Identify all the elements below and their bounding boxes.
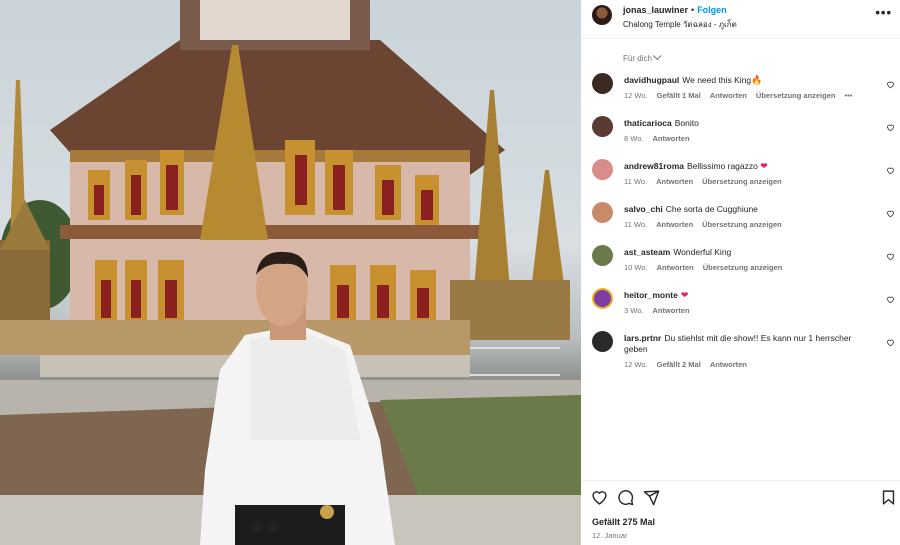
post-date[interactable]: 12. Januar xyxy=(592,531,627,540)
send-icon[interactable] xyxy=(643,489,660,506)
post-actions: Gefällt 275 Mal 12. Januar xyxy=(581,480,900,545)
commenter-username[interactable]: heitor_monte xyxy=(624,290,678,300)
chevron-down-icon xyxy=(652,51,662,61)
comment-text: lars.prtnr Du stiehlst mit die show!! Es … xyxy=(624,333,872,355)
commenter-avatar[interactable] xyxy=(592,202,613,223)
commenter-avatar[interactable] xyxy=(592,245,613,266)
comment-age: 3 Wo. xyxy=(624,306,644,315)
comment-age: 11 Wo. xyxy=(624,177,648,186)
comment-meta: 3 Wo. Antworten xyxy=(624,306,699,315)
comment-like-heart-icon[interactable] xyxy=(886,252,895,261)
comment-like-heart-icon[interactable] xyxy=(886,123,895,132)
comment-likes[interactable]: Gefällt 2 Mal xyxy=(657,360,701,369)
reply-button[interactable]: Antworten xyxy=(710,360,747,369)
post-image[interactable] xyxy=(0,0,581,545)
commenter-username[interactable]: andrew81roma xyxy=(624,161,684,171)
comment-age: 8 Wo. xyxy=(624,134,644,143)
commenter-username[interactable]: lars.prtnr xyxy=(624,333,661,343)
comment-icon[interactable] xyxy=(617,489,634,506)
comment-meta: 8 Wo. Antworten xyxy=(624,134,699,143)
commenter-username[interactable]: ast_asteam xyxy=(624,247,670,257)
heart-emoji: ❤ xyxy=(680,290,689,300)
commenter-username[interactable]: thaticarioca xyxy=(624,118,672,128)
comment-age: 11 Wo. xyxy=(624,220,648,229)
author-avatar[interactable] xyxy=(592,5,612,25)
post-side-panel: jonas_lauwiner • Folgen Chalong Temple วัด… xyxy=(581,0,900,545)
bookmark-icon[interactable] xyxy=(880,489,897,506)
comment-age: 12 Wo. xyxy=(624,360,648,369)
comment-text: salvo_chi Che sorta de Cugghiune xyxy=(624,204,872,215)
comment-body: Bonito xyxy=(674,118,699,128)
comment-meta: 12 Wo. Gefällt 2 Mal Antworten xyxy=(624,360,756,369)
heart-icon[interactable] xyxy=(591,489,608,506)
reply-button[interactable]: Antworten xyxy=(710,91,747,100)
comment-text: andrew81roma Bellissimo ragazzo ❤ xyxy=(624,161,872,172)
author-line: jonas_lauwiner • Folgen xyxy=(623,5,727,15)
commenter-avatar[interactable] xyxy=(592,116,613,137)
comment-body: Bellissimo ragazzo xyxy=(687,161,758,171)
translate-button[interactable]: Übersetzung anzeigen xyxy=(756,91,836,100)
comment-meta: 11 Wo. Antworten Übersetzung anzeigen xyxy=(624,177,791,186)
reply-button[interactable]: Antworten xyxy=(652,134,689,143)
likes-count[interactable]: Gefällt 275 Mal xyxy=(592,517,655,527)
comment-body: Wonderful King xyxy=(673,247,732,257)
comment-likes[interactable]: Gefällt 1 Mal xyxy=(657,91,701,100)
comment-text: thaticarioca Bonito xyxy=(624,118,872,129)
comment-like-heart-icon[interactable] xyxy=(886,80,895,89)
comment-more-icon[interactable]: ••• xyxy=(845,91,853,100)
comment-body: Che sorta de Cugghiune xyxy=(665,204,758,214)
more-icon[interactable]: ••• xyxy=(875,6,892,19)
sort-dropdown[interactable]: Für dich xyxy=(623,51,662,63)
comment-age: 12 Wo. xyxy=(624,91,648,100)
commenter-avatar[interactable] xyxy=(592,73,613,94)
separator-dot: • xyxy=(691,5,695,15)
author-username[interactable]: jonas_lauwiner xyxy=(623,5,688,15)
reply-button[interactable]: Antworten xyxy=(656,177,693,186)
comment-like-heart-icon[interactable] xyxy=(886,166,895,175)
follow-button[interactable]: Folgen xyxy=(697,5,727,15)
comment-like-heart-icon[interactable] xyxy=(886,338,895,347)
commenter-username[interactable]: salvo_chi xyxy=(624,204,663,214)
comment-body: We need this King xyxy=(682,75,752,85)
post-header: jonas_lauwiner • Folgen Chalong Temple วัด… xyxy=(581,0,900,39)
comment-meta: 10 Wo. Antworten Übersetzung anzeigen xyxy=(624,263,791,272)
translate-button[interactable]: Übersetzung anzeigen xyxy=(702,220,782,229)
comment-meta: 12 Wo. Gefällt 1 Mal Antworten Übersetzung … xyxy=(624,91,861,100)
translate-button[interactable]: Übersetzung anzeigen xyxy=(703,263,783,272)
commenter-username[interactable]: davidhugpaul xyxy=(624,75,679,85)
comment-like-heart-icon[interactable] xyxy=(886,209,895,218)
post-location[interactable]: Chalong Temple วัดฉลอง - ภูเก็ต xyxy=(623,18,737,31)
fire-emoji: 🔥 xyxy=(751,75,763,85)
translate-button[interactable]: Übersetzung anzeigen xyxy=(702,177,782,186)
comment-text: ast_asteam Wonderful King xyxy=(624,247,872,258)
commenter-avatar[interactable] xyxy=(592,331,613,352)
comment-meta: 11 Wo. Antworten Übersetzung anzeigen xyxy=(624,220,791,229)
comment-text: davidhugpaul We need this King🔥 xyxy=(624,75,872,86)
reply-button[interactable]: Antworten xyxy=(652,306,689,315)
commenter-avatar[interactable] xyxy=(592,288,613,309)
comment-text: heitor_monte ❤ xyxy=(624,290,872,301)
comment-age: 10 Wo. xyxy=(624,263,648,272)
reply-button[interactable]: Antworten xyxy=(656,220,693,229)
temple-photo xyxy=(0,0,581,545)
commenter-avatar[interactable] xyxy=(592,159,613,180)
heart-emoji: ❤ xyxy=(760,161,768,171)
comment-like-heart-icon[interactable] xyxy=(886,295,895,304)
reply-button[interactable]: Antworten xyxy=(657,263,694,272)
sort-label: Für dich xyxy=(623,54,652,63)
